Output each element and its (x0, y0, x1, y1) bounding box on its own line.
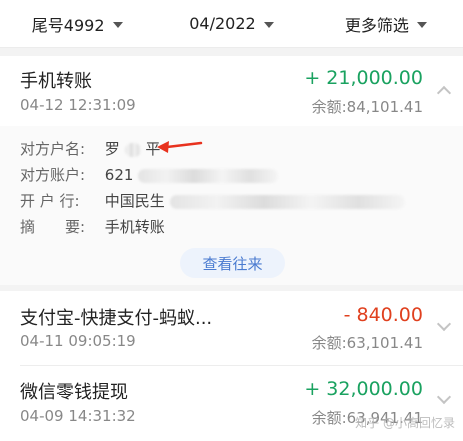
transaction-balance: 余额:84,101.41 (311, 98, 423, 116)
month-filter[interactable]: 04/2022 (154, 0, 308, 47)
chevron-down-icon (112, 21, 123, 28)
memo-label: 摘 要: (20, 218, 86, 236)
transaction-amount: + 32,000.00 (304, 378, 423, 400)
annotation-arrow-icon (157, 141, 203, 153)
account-row: 对方账户: 621 (20, 164, 279, 185)
more-filters-label: 更多筛选 (344, 15, 409, 35)
transaction-time: 04-12 12:31:09 (20, 96, 136, 114)
section-gap (0, 48, 463, 56)
chevron-down-icon[interactable] (436, 316, 452, 332)
view-transactions-button[interactable]: 查看往来 (180, 248, 285, 278)
counterparty-label: 对方户名: (20, 140, 86, 158)
account-filter-label: 尾号4992 (31, 15, 105, 35)
more-filters[interactable]: 更多筛选 (309, 0, 463, 47)
account-filter[interactable]: 尾号4992 (0, 0, 154, 47)
memo-value: 手机转账 (104, 218, 165, 236)
bank-prefix: 中国民生 (104, 192, 165, 210)
account-label: 对方账户: (20, 166, 86, 184)
bank-row: 开 户 行: 中国民生 (20, 190, 405, 211)
transaction-time: 04-09 14:31:32 (20, 407, 136, 425)
transaction-time: 04-11 09:05:19 (20, 332, 136, 350)
month-filter-label: 04/2022 (189, 14, 256, 33)
transaction-amount: - 840.00 (343, 304, 423, 326)
memo-row: 摘 要: 手机转账 (20, 216, 165, 237)
transaction-item-2[interactable]: 支付宝-快捷支付-蚂蚁... 04-11 09:05:19 - 840.00 余… (0, 291, 463, 365)
counterparty-first: 罗 (104, 140, 120, 158)
watermark: 知乎 @小高回忆录 (355, 416, 455, 430)
transaction-balance: 余额:63,101.41 (311, 334, 423, 352)
transaction-title: 支付宝-快捷支付-蚂蚁... (20, 308, 213, 329)
counterparty-row: 对方户名: 罗 平 (20, 138, 160, 159)
chevron-down-icon (263, 21, 274, 28)
redacted-mask (169, 194, 405, 209)
chevron-up-icon[interactable] (436, 85, 452, 101)
redacted-mask (124, 142, 141, 157)
transaction-title: 手机转账 (20, 71, 92, 92)
transaction-amount: + 21,000.00 (304, 67, 423, 89)
account-prefix: 621 (104, 166, 134, 184)
redacted-mask (138, 168, 279, 183)
chevron-down-icon (416, 21, 427, 28)
transaction-item-1[interactable]: 手机转账 04-12 12:31:09 + 21,000.00 余额:84,10… (0, 56, 463, 126)
bank-label: 开 户 行: (20, 192, 80, 210)
chevron-down-icon[interactable] (436, 389, 452, 405)
transaction-title: 微信零钱提现 (20, 382, 128, 403)
filter-bar: 尾号4992 04/2022 更多筛选 (0, 0, 463, 48)
